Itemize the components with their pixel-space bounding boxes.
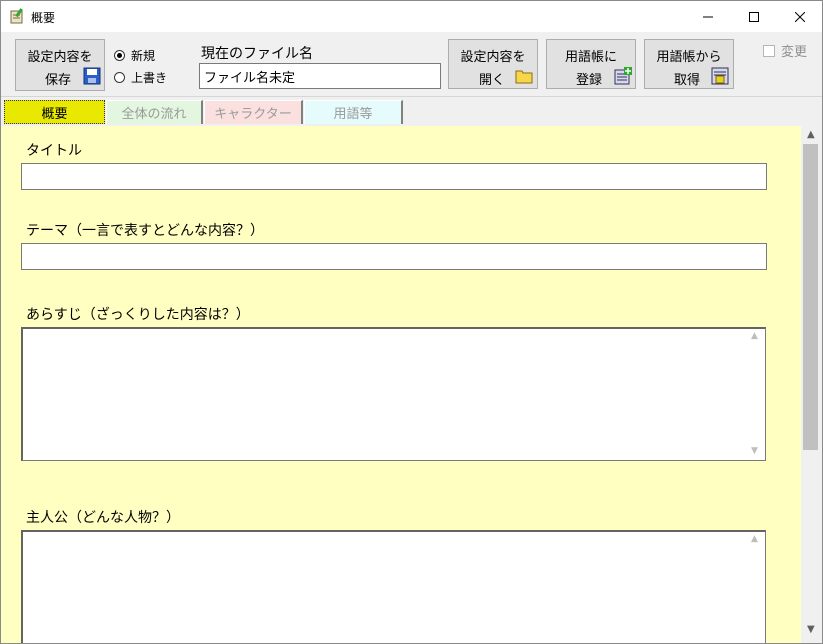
fetch-glossary-label-1: 用語帳から [656, 50, 722, 65]
notebook-pencil-icon [10, 8, 23, 24]
tab-overview[interactable]: 概要 [4, 100, 105, 124]
minimize-icon [703, 16, 713, 17]
register-glossary-label-2: 登録 [576, 73, 603, 88]
changed-checkbox-box[interactable] [763, 44, 775, 57]
title-label: タイトル [26, 143, 82, 159]
current-file-field[interactable] [199, 63, 441, 89]
radio-overwrite-circle[interactable] [114, 71, 125, 83]
protagonist-label: 主人公（どんな人物？） [26, 510, 180, 526]
tab-overall-flow[interactable]: 全体の流れ [106, 100, 203, 124]
open-settings-label-1: 設定内容を [460, 50, 526, 65]
save-settings-button[interactable]: 設定内容を 保存 [15, 39, 105, 91]
app-window: 概要 設定内容を 保存 新規 上書き 現在のファイル名 ファイル名未定 設定内容… [0, 0, 823, 644]
tab-bar: 概要 全体の流れ キャラクター 用語等 [1, 97, 822, 125]
save-settings-label-1: 設定内容を [27, 50, 93, 65]
scroll-thumb[interactable] [803, 144, 818, 450]
register-glossary-label-1: 用語帳に [564, 50, 617, 65]
title-input[interactable] [21, 163, 767, 190]
synopsis-label: あらすじ（ざっくりした内容は？） [26, 307, 250, 323]
radio-overwrite[interactable]: 上書き [114, 69, 167, 85]
tab-terms[interactable]: 用語等 [304, 100, 403, 124]
protagonist-scroll-up-icon[interactable]: ▲ [751, 534, 797, 544]
changed-checkbox-label: 変更 [781, 45, 808, 60]
maximize-button[interactable] [731, 1, 777, 32]
scroll-up-icon[interactable]: ▲ [807, 129, 815, 140]
theme-input[interactable] [21, 243, 767, 270]
glossary-fetch-icon [711, 67, 729, 85]
vertical-scrollbar[interactable]: ▲ ▼ [801, 126, 822, 643]
save-settings-label-2: 保存 [45, 73, 72, 88]
open-settings-label-2: 開く [479, 73, 506, 88]
open-settings-button[interactable]: 設定内容を 開く [448, 39, 538, 89]
radio-new-circle[interactable] [114, 49, 125, 61]
minimize-button[interactable] [685, 1, 731, 32]
protagonist-textarea[interactable] [21, 530, 766, 643]
tab-characters[interactable]: キャラクター [204, 100, 303, 124]
overview-panel: タイトル テーマ（一言で表すとどんな内容？） あらすじ（ざっくりした内容は？） … [1, 126, 801, 643]
scroll-down-icon[interactable]: ▼ [807, 624, 815, 635]
theme-label: テーマ（一言で表すとどんな内容？） [26, 223, 264, 239]
radio-new-label: 新規 [131, 48, 156, 63]
folder-icon [515, 70, 533, 84]
changed-checkbox[interactable]: 変更 [763, 41, 807, 60]
maximize-icon [749, 11, 759, 22]
close-icon [795, 11, 805, 22]
glossary-add-icon [614, 67, 632, 85]
save-mode-group: 新規 上書き [108, 40, 190, 90]
floppy-disk-icon [83, 67, 101, 85]
synopsis-scroll-up-icon[interactable]: ▲ [751, 331, 797, 341]
synopsis-textarea[interactable] [21, 327, 766, 461]
title-bar: 概要 [1, 1, 822, 32]
register-glossary-button[interactable]: 用語帳に 登録 [546, 39, 636, 89]
fetch-glossary-button[interactable]: 用語帳から 取得 [644, 39, 734, 89]
current-file-label: 現在のファイル名 [201, 46, 313, 62]
close-button[interactable] [777, 1, 822, 32]
fetch-glossary-label-2: 取得 [674, 73, 701, 88]
radio-overwrite-label: 上書き [131, 70, 168, 85]
radio-new[interactable]: 新規 [114, 47, 155, 63]
synopsis-scroll-down-icon[interactable]: ▼ [751, 446, 797, 456]
toolbar: 設定内容を 保存 新規 上書き 現在のファイル名 設定内容を 開く [1, 32, 822, 97]
window-title: 概要 [31, 11, 56, 25]
